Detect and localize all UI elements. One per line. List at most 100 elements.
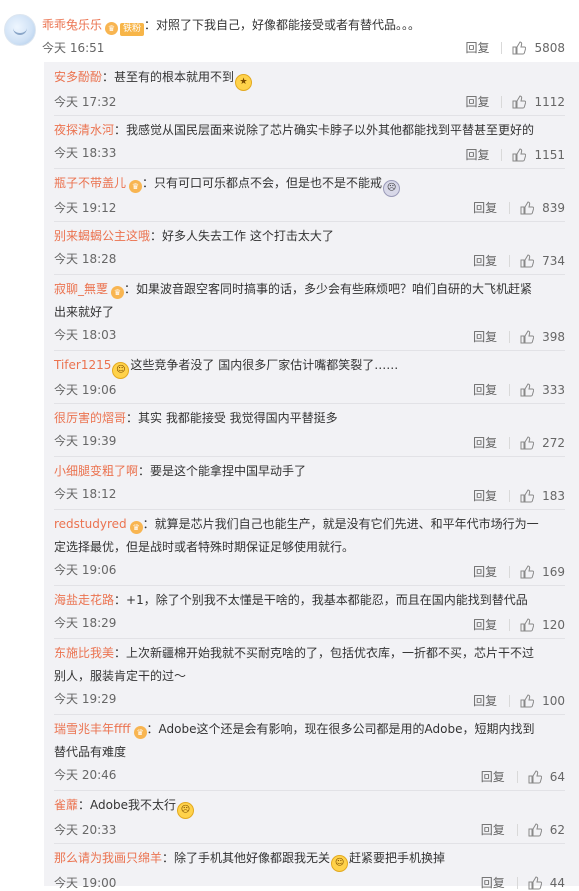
reply-item: 夜探清水河：我感觉从国民层面来说除了芯片确实卡脖子以外其他都能找到平替甚至更好的… — [54, 119, 579, 169]
reply-actions: 回复 183 — [473, 487, 565, 504]
like-count: 734 — [542, 254, 565, 268]
divider — [54, 456, 565, 457]
reply-button[interactable]: 回复 — [473, 383, 497, 397]
like-count: 333 — [542, 383, 565, 397]
vip-icon: ♛ — [129, 180, 143, 193]
reply-button[interactable]: 回复 — [473, 254, 497, 268]
reply-item: 东施比我美：上次新疆棉开始我就不买耐克啥的了，包括优衣库，一折都不买，芯片干不过… — [54, 642, 579, 715]
reply-actions: 回复 272 — [473, 434, 565, 451]
username-link[interactable]: 很厉害的熠哥 — [54, 411, 126, 425]
like-count: 398 — [542, 330, 565, 344]
comment-actions: 回复 5808 — [465, 39, 565, 56]
reply-item: 雀蘼：Adobe我不太行 ☹ 今天 20:33 回复 62 — [54, 794, 579, 844]
reply-button[interactable]: 回复 — [481, 876, 505, 890]
divider — [509, 695, 511, 707]
reply-actions: 回复 398 — [473, 328, 565, 345]
username-link[interactable]: 瓶子不带盖儿 — [54, 176, 126, 190]
divider — [509, 490, 511, 502]
like-icon[interactable] — [520, 383, 535, 397]
reply-actions: 回复 100 — [473, 692, 565, 709]
reply-button[interactable]: 回复 — [473, 694, 497, 708]
like-icon[interactable] — [520, 489, 535, 503]
like-count: 169 — [542, 565, 565, 579]
divider — [501, 149, 503, 161]
divider — [516, 824, 518, 836]
like-icon[interactable] — [512, 95, 527, 109]
reply-item: Tifer1215 ☺ 这些竞争者没了 国内很多厂家估计嘴都笑裂了…… 今天 19:… — [54, 354, 579, 404]
username-link[interactable]: 寂聊_無覂 — [54, 282, 108, 296]
reply-button[interactable]: 回复 — [465, 148, 489, 162]
reply-text: ：如果波音跟空客同时搞事的话，多少会有些麻烦吧？咱们自研的大飞机赶紧出来就好了 — [54, 282, 533, 319]
username-link[interactable]: 别来蝎蝎公主这哦 — [54, 229, 150, 243]
main-comment-line: 乖乖兔乐乐 ♛ 铁粉 ：对照了下我自己，好像都能接受或者有替代品。。。 — [42, 16, 420, 36]
like-count: 44 — [549, 876, 565, 890]
divider — [509, 331, 511, 343]
reply-item: 瓶子不带盖儿 ♛ ：只有可口可乐都点不会，但是也不是不能戒 ☹ 今天 19:12 回复… — [54, 172, 579, 222]
divider — [501, 42, 503, 54]
username-link[interactable]: 那么请为我画只绵羊 — [54, 851, 162, 865]
reply-button[interactable]: 回复 — [473, 489, 497, 503]
like-icon[interactable] — [520, 254, 535, 268]
like-icon[interactable] — [528, 770, 542, 784]
like-icon[interactable] — [520, 436, 535, 450]
username-link[interactable]: redstudyred — [54, 517, 127, 531]
like-count: 272 — [542, 436, 565, 450]
like-icon[interactable] — [520, 330, 535, 344]
reply-text: 赶紧要把手机换掉 — [349, 851, 446, 865]
divider — [509, 255, 511, 267]
reply-text: ：上次新疆棉开始我就不买耐克啥的了，包括优衣库，一折都不买，芯片干不过别人，服装… — [54, 646, 535, 683]
divider — [509, 437, 511, 449]
like-count: 5808 — [534, 41, 565, 55]
like-icon[interactable] — [512, 41, 527, 55]
like-icon[interactable] — [520, 618, 535, 632]
reply-item: 别来蝎蝎公主这哦：好多人失去工作 这个打击太大了 今天 18:28 回复 734 — [54, 225, 579, 275]
reply-button[interactable]: 回复 — [465, 95, 489, 109]
like-icon[interactable] — [520, 565, 535, 579]
reply-text: ：好多人失去工作 这个打击太大了 — [150, 229, 334, 243]
username-link[interactable]: 瑞雪兆丰年ffff — [54, 722, 131, 736]
username-link[interactable]: 小细腿变粗了啊 — [54, 464, 138, 478]
divider — [501, 96, 503, 108]
username-link[interactable]: 海盐走花路 — [54, 593, 114, 607]
like-icon[interactable] — [520, 201, 535, 215]
username-link[interactable]: 安多酚酚 — [54, 70, 102, 84]
comment-text: ：对照了下我自己，好像都能接受或者有替代品。。。 — [144, 18, 421, 32]
like-count: 1112 — [534, 95, 565, 109]
like-icon[interactable] — [520, 694, 535, 708]
username-link[interactable]: 东施比我美 — [54, 646, 114, 660]
reply-actions: 回复 120 — [473, 616, 565, 633]
vip-icon: ♛ — [133, 726, 147, 739]
reply-item: 那么请为我画只绵羊：除了手机其他好像都跟我无关 ☺ 赶紧要把手机换掉 今天 19:0… — [54, 847, 579, 891]
username-link[interactable]: 夜探清水河 — [54, 123, 114, 137]
like-icon[interactable] — [512, 148, 527, 162]
reply-actions: 回复 734 — [473, 252, 565, 269]
reply-item: 瑞雪兆丰年ffff ♛ ：Adobe这个还是会有影响，现在很多公司都是用的Adobe… — [54, 718, 579, 791]
reply-text: ：Adobe我不太行 — [78, 798, 176, 812]
divider — [54, 274, 565, 275]
like-icon[interactable] — [528, 823, 542, 837]
reply-button[interactable]: 回复 — [465, 41, 489, 55]
reply-button[interactable]: 回复 — [473, 618, 497, 632]
username-link[interactable]: Tifer1215 — [54, 358, 111, 372]
reply-button[interactable]: 回复 — [473, 565, 497, 579]
fan-badge[interactable]: 铁粉 — [120, 23, 145, 36]
reply-text: ：其实 我都能接受 我觉得国内平替挺多 — [126, 411, 338, 425]
like-count: 62 — [549, 823, 565, 837]
reply-button[interactable]: 回复 — [481, 770, 505, 784]
reply-text: ：+1，除了个别我不太懂是干啥的，我基本都能忍，而且在国内能找到替代品 — [114, 593, 528, 607]
reply-actions: 回复 44 — [481, 874, 565, 891]
reply-button[interactable]: 回复 — [473, 201, 497, 215]
reply-button[interactable]: 回复 — [473, 330, 497, 344]
username-link[interactable]: 雀蘼 — [54, 798, 78, 812]
reply-button[interactable]: 回复 — [473, 436, 497, 450]
like-icon[interactable] — [528, 876, 542, 890]
divider — [54, 638, 565, 639]
reply-actions: 回复 169 — [473, 563, 565, 580]
avatar[interactable] — [4, 14, 36, 46]
vip-icon: ♛ — [105, 22, 119, 35]
laugh-cry-emoji-icon: ☺ — [112, 362, 130, 379]
reply-button[interactable]: 回复 — [481, 823, 505, 837]
username-link[interactable]: 乖乖兔乐乐 — [42, 18, 102, 32]
reply-text: ：我感觉从国民层面来说除了芯片确实卡脖子以外其他都能找到平替甚至更好的 — [114, 123, 535, 137]
star-emoji-icon: ★ — [235, 74, 253, 91]
